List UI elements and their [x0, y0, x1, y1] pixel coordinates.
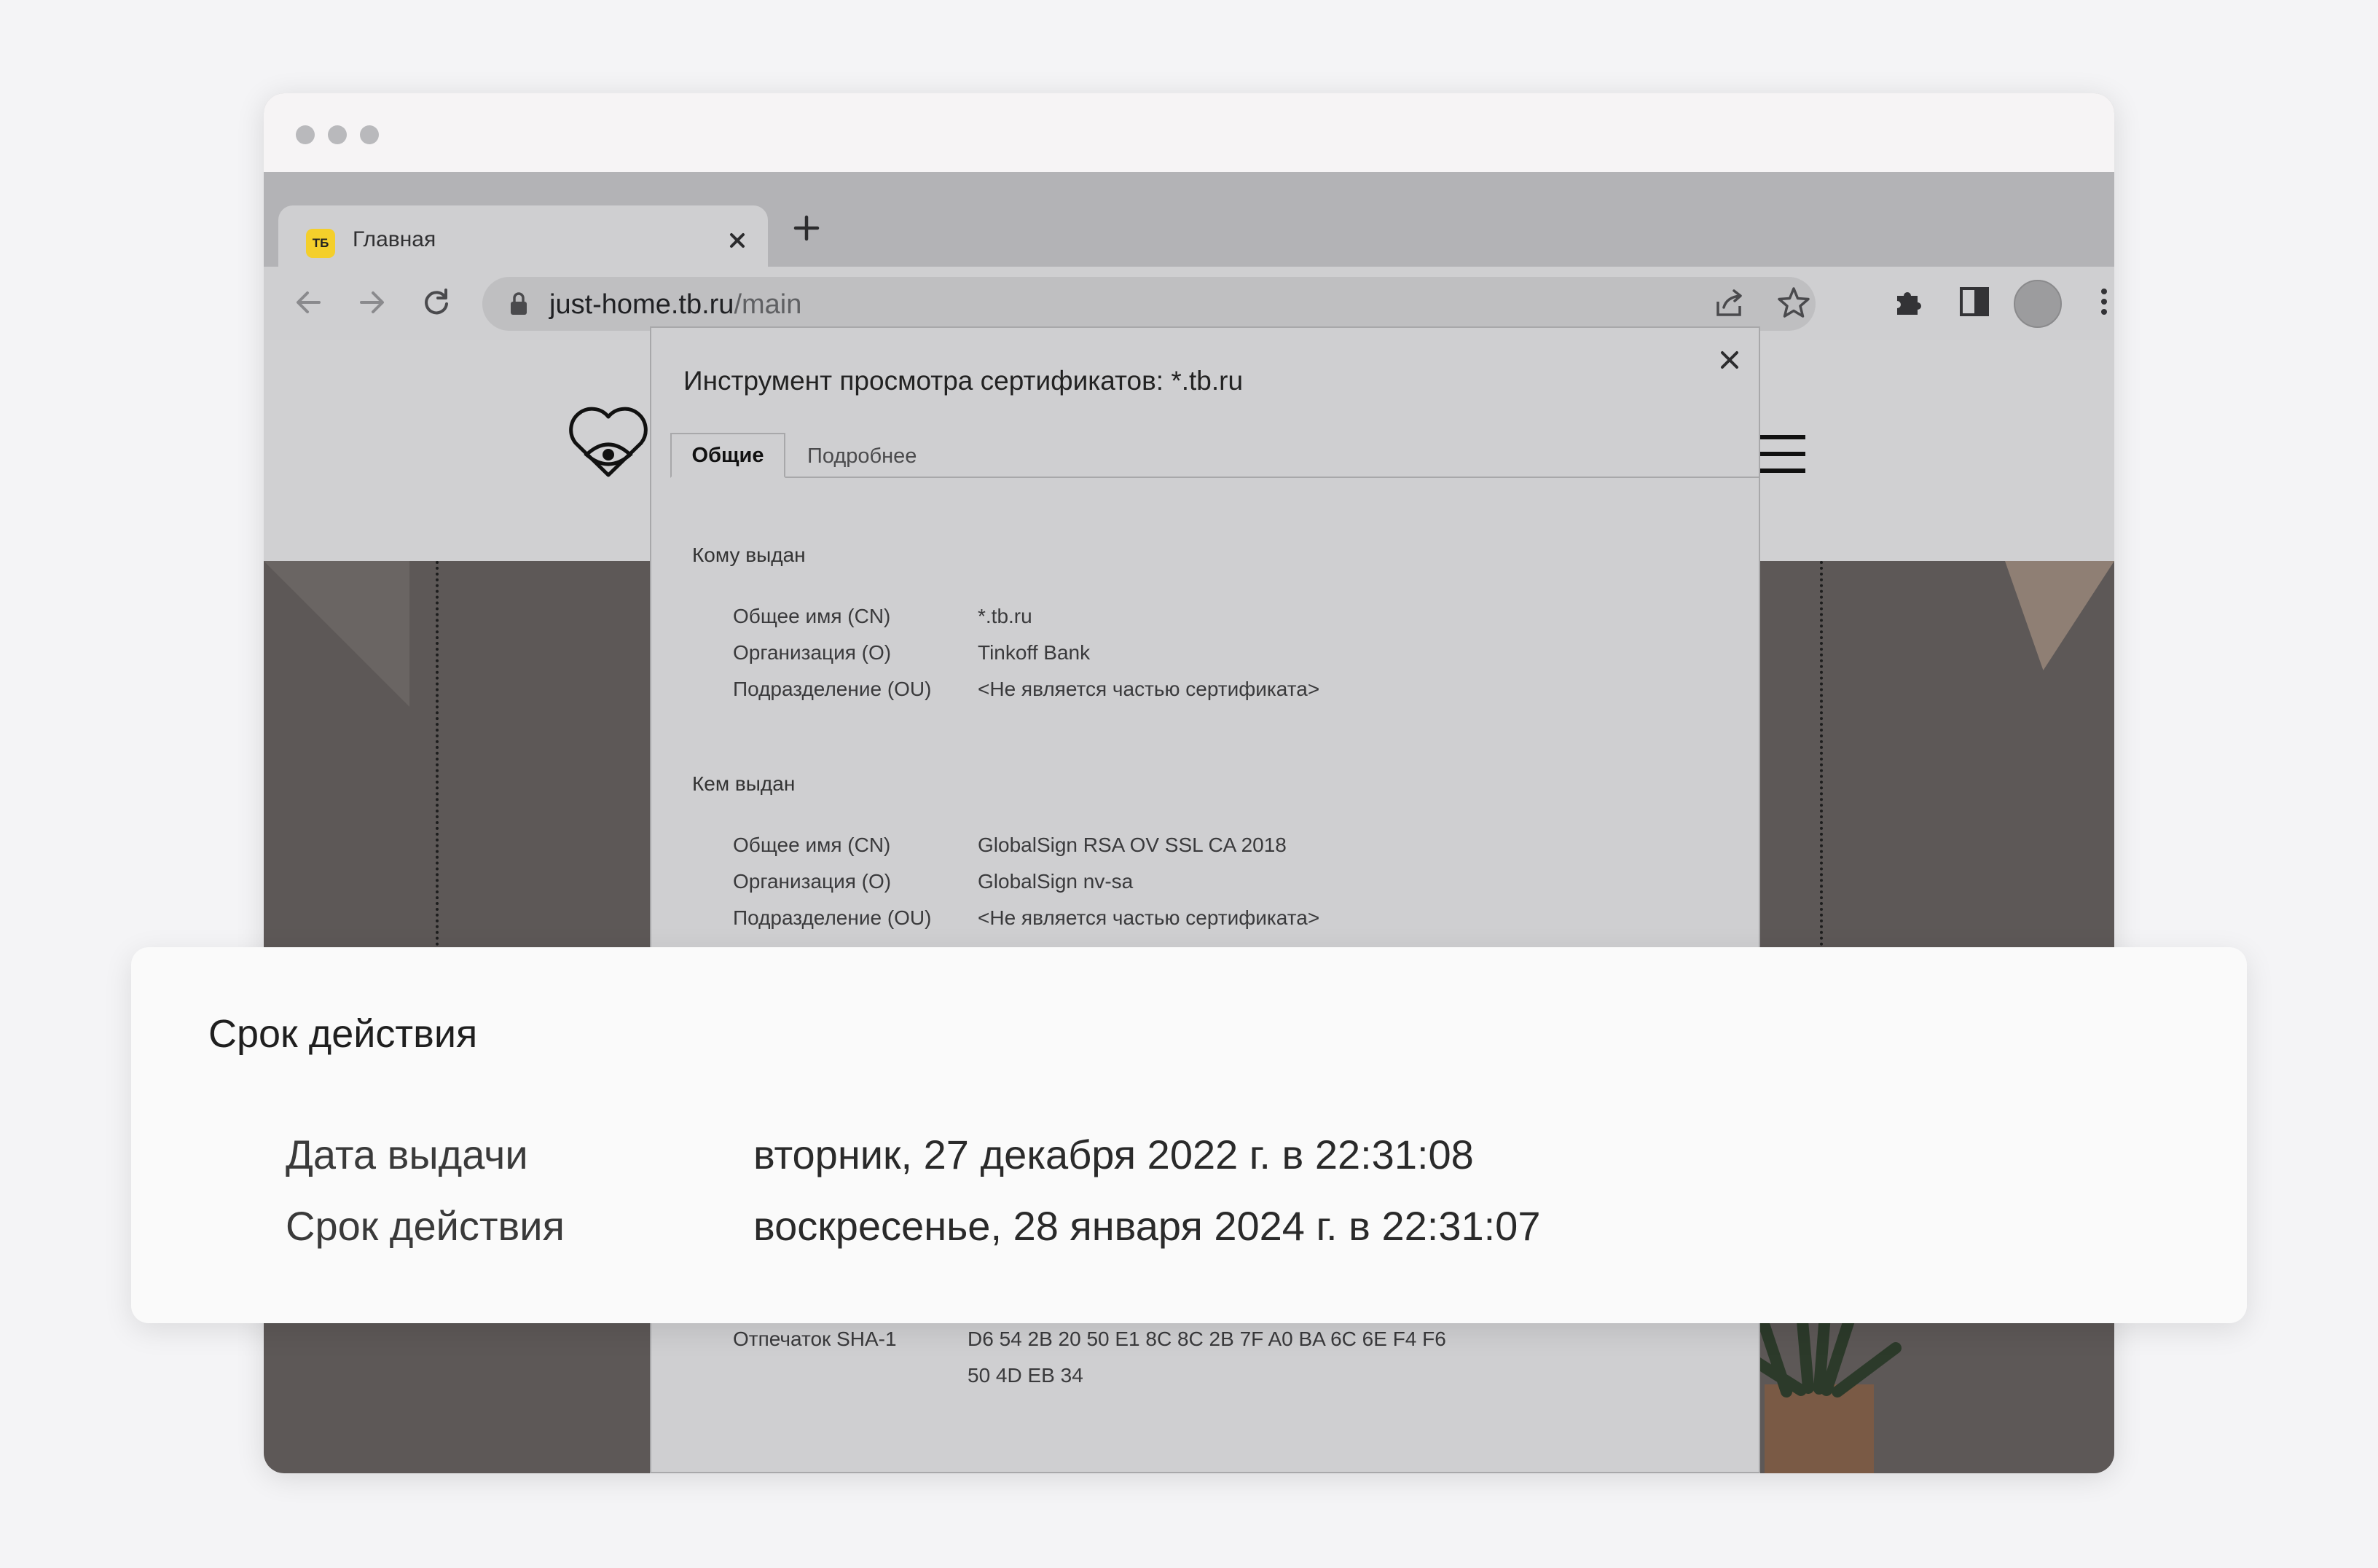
issued-by-ou-value: <Не является частью сертификата>	[978, 906, 1320, 929]
tabs-divider	[670, 477, 1759, 478]
lock-icon[interactable]	[509, 291, 529, 316]
heart-eye-logo-icon[interactable]	[561, 393, 656, 488]
sha1-fingerprint-line-1: D6 54 2B 20 50 E1 8C 8C 2B 7F A0 BA 6C 6…	[968, 1328, 1446, 1350]
new-tab-plus-icon[interactable]	[788, 210, 825, 246]
tab-details[interactable]: Подробнее	[807, 444, 917, 469]
side-panel-icon[interactable]	[1955, 283, 1993, 321]
issued-to-cn-value: *.tb.ru	[978, 605, 1032, 627]
tab-general[interactable]: Общие	[670, 433, 785, 478]
title-bar	[264, 93, 2114, 172]
window-minimize-dot[interactable]	[328, 125, 347, 144]
forward-arrow-icon[interactable]	[354, 284, 391, 321]
tb-favicon-icon: ТБ	[306, 229, 335, 258]
url-text[interactable]: just-home.tb.ru/main	[549, 289, 801, 321]
dialog-close-icon[interactable]	[1715, 345, 1744, 375]
issued-to-org-value: Tinkoff Bank	[978, 641, 1091, 664]
hanging-cord-right	[1820, 561, 1827, 969]
validity-callout-card: Срок действия Дата выдачи вторник, 27 де…	[131, 947, 2247, 1323]
dialog-title: Инструмент просмотра сертификатов: *.tb.…	[683, 366, 1244, 396]
potted-plant-image	[1757, 1297, 1902, 1473]
url-host: just-home.tb.ru	[549, 289, 734, 320]
address-bar[interactable]: just-home.tb.ru/main	[482, 277, 1816, 331]
issue-date-label: Дата выдачи	[286, 1132, 528, 1177]
issued-by-cn-value: GlobalSign RSA OV SSL CA 2018	[978, 834, 1287, 856]
sha1-fingerprint-line-2: 50 4D EB 34	[968, 1364, 1083, 1387]
tab-close-icon[interactable]	[723, 226, 752, 255]
issued-by-heading: Кем выдан	[692, 772, 796, 795]
share-icon[interactable]	[1711, 284, 1749, 322]
hanging-cord-left	[436, 561, 443, 969]
issue-date-value: вторник, 27 декабря 2022 г. в 22:31:08	[753, 1132, 1474, 1177]
validity-card-title: Срок действия	[208, 1012, 478, 1056]
url-path: /main	[734, 289, 802, 320]
window-zoom-dot[interactable]	[360, 125, 379, 144]
issued-by-ou-label: Подразделение (OU)	[733, 906, 932, 929]
tab-title: Главная	[353, 227, 436, 251]
issued-by-org-label: Организация (O)	[733, 870, 892, 893]
sha1-fingerprint-label: Отпечаток SHA-1	[733, 1328, 897, 1350]
issued-by-cn-label: Общее имя (CN)	[733, 834, 891, 856]
window-close-dot[interactable]	[296, 125, 315, 144]
issued-to-ou-value: <Не является частью сертификата>	[978, 678, 1320, 700]
issued-to-cn-label: Общее имя (CN)	[733, 605, 891, 627]
issued-by-org-value: GlobalSign nv-sa	[978, 870, 1134, 893]
hamburger-menu-icon[interactable]	[1759, 433, 1807, 475]
reload-icon[interactable]	[418, 284, 455, 321]
issued-to-heading: Кому выдан	[692, 544, 806, 566]
more-menu-icon[interactable]	[2085, 283, 2114, 321]
hero-light-shape-left	[264, 561, 409, 707]
profile-avatar[interactable]	[2014, 280, 2062, 328]
hero-light-shape-right	[2005, 561, 2114, 670]
issued-to-org-label: Организация (O)	[733, 641, 892, 664]
back-arrow-icon[interactable]	[290, 284, 326, 321]
bookmark-star-icon[interactable]	[1775, 284, 1813, 322]
issued-to-ou-label: Подразделение (OU)	[733, 678, 932, 700]
expiry-date-value: воскресенье, 28 января 2024 г. в 22:31:0…	[753, 1203, 1541, 1249]
extensions-puzzle-icon[interactable]	[1890, 283, 1928, 321]
expiry-date-label: Срок действия	[286, 1203, 565, 1249]
